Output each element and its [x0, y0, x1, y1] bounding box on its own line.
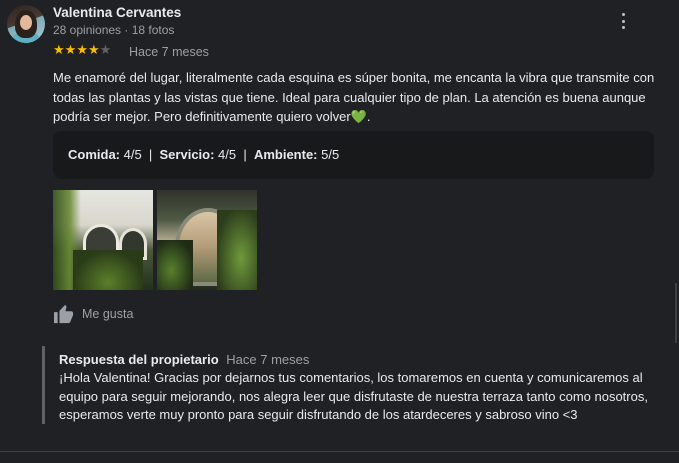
like-button[interactable]: Me gusta — [53, 304, 133, 324]
like-label: Me gusta — [82, 307, 134, 321]
owner-reply: Respuesta del propietario Hace 7 meses ¡… — [42, 346, 662, 424]
score-value: 4/5 — [214, 147, 237, 162]
more-options-icon[interactable] — [614, 11, 632, 31]
review-text: Me enamoré del lugar, literalmente cada … — [53, 70, 655, 124]
score-separator: | — [141, 147, 160, 162]
green-heart-icon: 💚 — [350, 109, 367, 124]
owner-reply-text: ¡Hola Valentina! Gracias por dejarnos tu… — [59, 370, 648, 422]
category-ratings: Comida: 4/5 | Servicio: 4/5 | Ambiente: … — [53, 131, 654, 179]
reviewer-meta: 28 opiniones · 18 fotos — [53, 23, 175, 37]
review-photo[interactable] — [53, 190, 153, 290]
score-value: 4/5 — [120, 147, 142, 162]
owner-reply-title: Respuesta del propietario — [59, 352, 219, 367]
reviewer-avatar[interactable] — [7, 5, 45, 43]
star-filled-icon: ★ — [53, 42, 65, 57]
scrollbar[interactable] — [675, 283, 677, 343]
star-filled-icon: ★ — [87, 42, 100, 57]
score-value: 5/5 — [317, 147, 340, 162]
review-photo[interactable] — [157, 190, 257, 290]
reviewer-name[interactable]: Valentina Cervantes — [53, 5, 181, 20]
star-filled-icon: ★ — [64, 42, 77, 57]
review-time: Hace 7 meses — [129, 45, 209, 59]
star-rating: ★★★★★ — [53, 43, 111, 57]
star-filled-icon: ★ — [76, 42, 88, 57]
score-label: Ambiente: — [253, 147, 318, 162]
star-empty-icon: ★ — [99, 42, 112, 57]
divider — [0, 451, 679, 452]
review-card: Valentina Cervantes 28 opiniones · 18 fo… — [0, 0, 679, 463]
score-separator: | — [236, 147, 254, 162]
thumbs-up-icon — [54, 304, 74, 324]
owner-reply-time: Hace 7 meses — [226, 352, 310, 367]
score-label: Comida: — [68, 147, 120, 162]
score-label: Servicio: — [159, 147, 215, 162]
